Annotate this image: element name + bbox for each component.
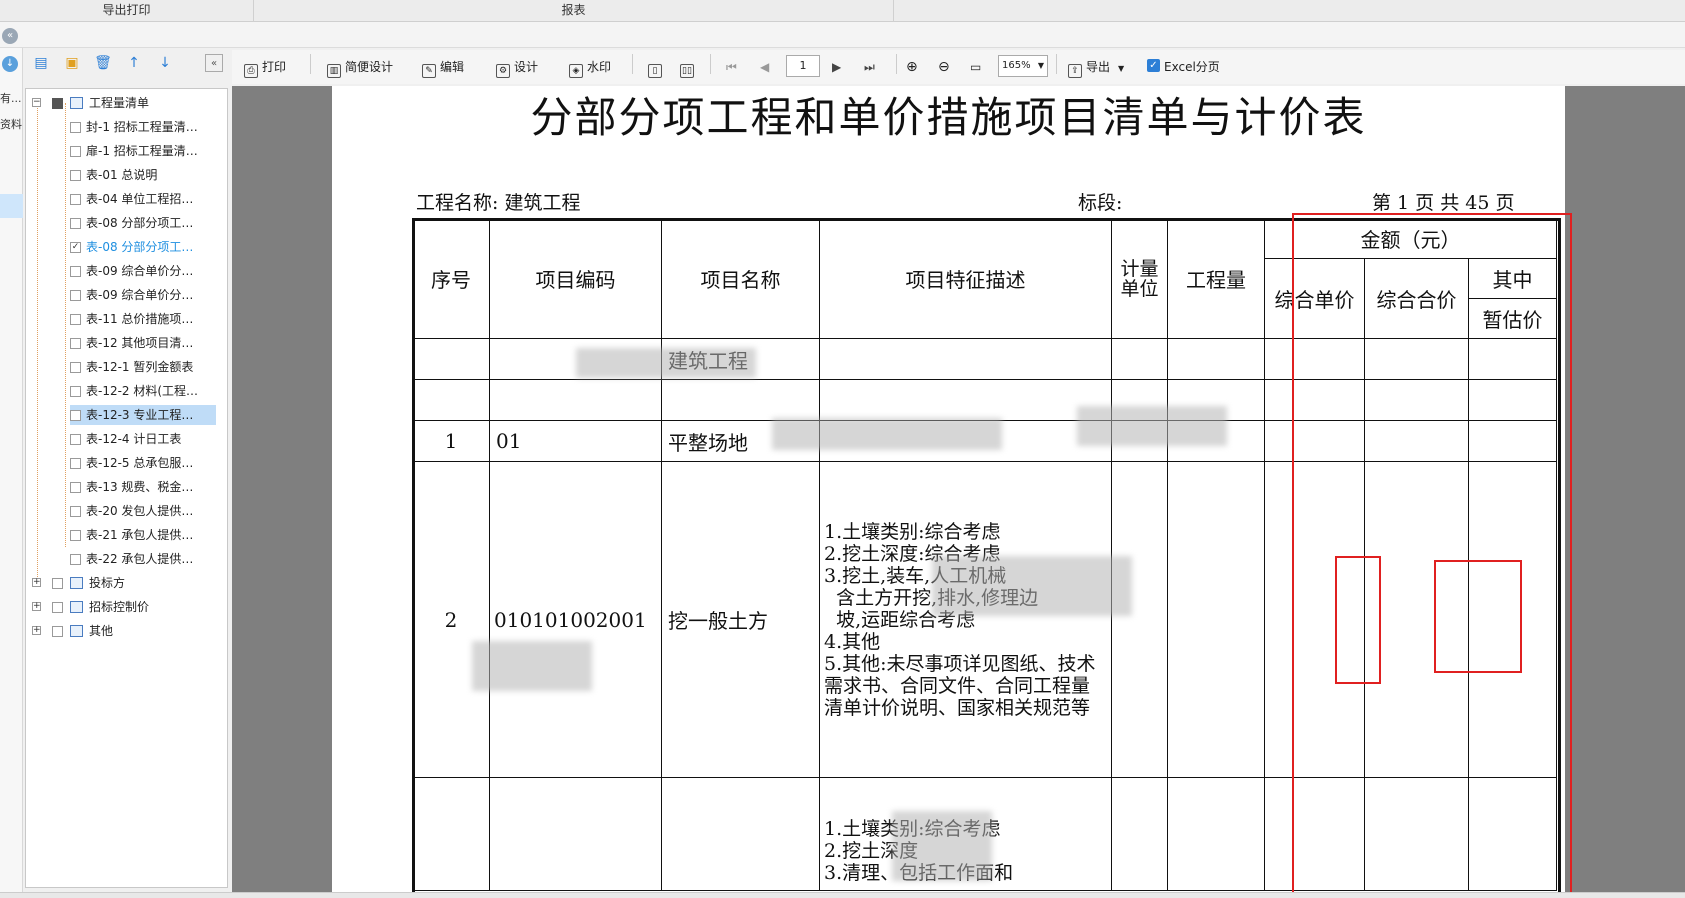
side-item-2[interactable]: 资料... [0,116,23,132]
fit-page-icon[interactable]: ▭ [970,58,981,76]
status-bar [0,892,1685,898]
tree-item[interactable]: 表-12-1 暂列金额表 [64,357,224,377]
sub-bar [0,22,1685,48]
expand-icon[interactable]: + [32,578,41,587]
header-desc: 项目特征描述 [819,218,1112,339]
amount-column-highlight [1292,213,1572,892]
redaction-blur [772,418,1002,450]
top-tab-bar: 导出打印 报表 [0,0,1685,22]
redaction-blur [472,641,592,691]
redaction-blur [892,811,992,881]
tree-group-bidder[interactable]: + 投标方 [32,573,222,593]
tree-item[interactable]: 表-20 发包人提供… [64,501,224,521]
edit-icon: ✎ [422,64,436,78]
tree-item[interactable]: 扉-1 招标工程量清… [64,141,224,161]
tree-item[interactable]: 表-13 规费、税金… [64,477,224,497]
add-folder-icon[interactable]: ▣ [63,54,81,72]
page-info: 第 1 页 共 45 页 [1372,192,1515,214]
delete-icon[interactable]: 🗑 [94,54,112,72]
report-folder-icon [70,625,83,637]
header-unit: 计量单位 [1111,218,1168,339]
excel-paging-label: Excel分页 [1164,60,1220,74]
watermark-icon: ◈ [569,64,583,78]
tree-item[interactable]: 表-04 单位工程招… [64,189,224,209]
simple-design-button[interactable]: ▥ 简便设计 [327,58,393,78]
layout-icon: ▥ [327,64,341,78]
export-button[interactable]: ⇪ 导出 ▼ [1068,58,1124,78]
zoom-in-icon[interactable]: ⊕ [906,58,918,76]
report-tree: − 工程量清单 封-1 招标工程量清… 扉-1 招标工程量清… 表-01 总说明… [25,88,228,888]
tree-group-control-price[interactable]: + 招标控制价 [32,597,222,617]
zoom-select[interactable]: 165% ▼ [998,55,1048,77]
report-folder-icon [70,97,83,109]
edit-button[interactable]: ✎ 编辑 [422,58,464,78]
tab-report[interactable]: 报表 [254,0,894,22]
header-code: 项目编码 [489,218,662,339]
tree-item[interactable]: 表-12 其他项目清… [64,333,224,353]
total-price-cell-highlight [1434,560,1522,673]
watermark-button[interactable]: ◈ 水印 [569,58,611,78]
page-number-input[interactable]: 1 [786,55,820,77]
report-folder-icon [70,601,83,613]
tree-item[interactable]: 表-22 承包人提供… [64,549,224,569]
design-icon: ⚙ [496,64,510,78]
move-down-icon[interactable]: ↓ [156,54,174,72]
tree-toolbar: ▤ ▣ 🗑 ↑ ↓ « [23,50,230,80]
header-seq: 序号 [412,218,490,339]
last-page-icon[interactable]: ⏭ [864,58,875,76]
expand-icon[interactable]: + [32,602,41,611]
header-qty: 工程量 [1167,218,1265,339]
tree-checkbox[interactable] [52,98,63,109]
tree-item[interactable]: 表-12-4 计日工表 [64,429,224,449]
side-item-selected[interactable] [0,194,23,218]
collapse-icon[interactable]: − [32,98,41,107]
prev-page-icon[interactable]: ◀ [760,58,769,76]
tree-item[interactable]: 表-09 综合单价分… [64,261,224,281]
tree-item[interactable]: 表-09 综合单价分… [64,285,224,305]
excel-paging-checkbox[interactable]: ✓ [1147,59,1160,72]
export-icon: ⇪ [1068,64,1082,78]
project-name: 工程名称: 建筑工程 [416,192,581,214]
tree-group-other[interactable]: + 其他 [32,621,222,641]
report-viewer[interactable]: 分部分项工程和单价措施项目清单与计价表 工程名称: 建筑工程 标段: 第 1 页… [232,86,1685,892]
unit-price-cell-highlight [1335,556,1381,684]
tree-item[interactable]: 表-21 承包人提供… [64,525,224,545]
collapse-panel-icon[interactable]: « [205,54,223,72]
collapse-up-icon[interactable]: « [2,28,18,44]
tab-export-print[interactable]: 导出打印 [0,0,254,22]
report-page: 分部分项工程和单价措施项目清单与计价表 工程名称: 建筑工程 标段: 第 1 页… [332,86,1572,892]
left-side-strip: « ↓ 有... 资料... [0,28,23,893]
move-up-icon[interactable]: ↑ [125,54,143,72]
first-page-icon[interactable]: ⏮ [726,58,737,76]
chevron-down-icon: ▼ [1037,61,1044,70]
header-name: 项目名称 [661,218,820,339]
redaction-blur [576,348,756,378]
add-report-icon[interactable]: ▤ [32,54,50,72]
download-icon[interactable]: ↓ [2,56,18,72]
redaction-blur [1077,406,1227,446]
double-page-icon[interactable]: ▯▯ [680,58,698,78]
zoom-out-icon[interactable]: ⊖ [938,58,950,76]
tree-root[interactable]: − 工程量清单 [32,93,222,113]
tree-item[interactable]: 表-11 总价措施项… [64,309,224,329]
tree-item-selected[interactable]: 表-12-3 专业工程… [70,405,216,425]
printer-icon: ⎙ [244,64,258,78]
tree-item[interactable]: 封-1 招标工程量清… [64,117,224,137]
expand-icon[interactable]: + [32,626,41,635]
design-button[interactable]: ⚙ 设计 [496,58,538,78]
single-page-icon[interactable]: ▯ [648,58,666,78]
next-page-icon[interactable]: ▶ [832,58,841,76]
redaction-blur [932,556,1132,616]
tree-item[interactable]: 表-08 分部分项工… [64,213,224,233]
report-folder-icon [70,577,83,589]
tree-item-active[interactable]: ✓ 表-08 分部分项工… [64,237,224,257]
tree-item[interactable]: 表-12-2 材料(工程… [64,381,224,401]
print-button[interactable]: ⎙ 打印 [244,58,286,78]
section-label: 标段: [1078,192,1123,214]
tree-item[interactable]: 表-01 总说明 [64,165,224,185]
report-title: 分部分项工程和单价措施项目清单与计价表 [530,93,1367,142]
tree-item[interactable]: 表-12-5 总承包服… [64,453,224,473]
side-item-1[interactable]: 有... [0,90,23,106]
